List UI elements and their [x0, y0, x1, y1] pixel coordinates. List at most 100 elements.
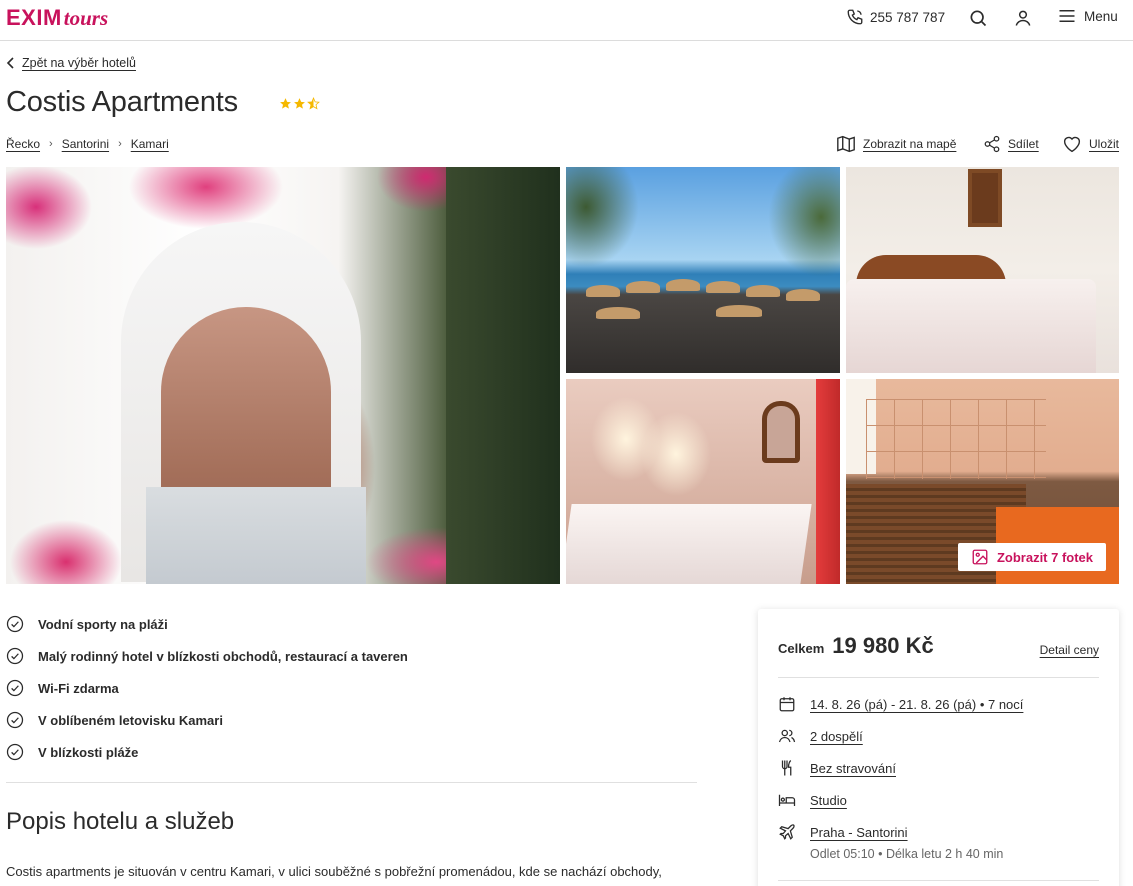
page-title: Costis Apartments: [6, 86, 238, 118]
back-link-label: Zpět na výběr hotelů: [22, 56, 136, 70]
card-divider: [778, 880, 1099, 881]
check-circle-icon: [6, 679, 24, 697]
exim-tours-logo[interactable]: EXIM tours: [6, 5, 108, 31]
feature-item: V oblíbeném letovisku Kamari: [6, 704, 408, 736]
logo-tours-text: tours: [63, 6, 109, 30]
umbrella-shape: [666, 279, 700, 291]
breadcrumb-separator: ›: [49, 138, 53, 150]
check-circle-icon: [6, 711, 24, 729]
save-button[interactable]: Uložit: [1062, 135, 1119, 153]
calendar-icon: [779, 697, 795, 712]
photo-mirror: [762, 401, 800, 463]
room-row[interactable]: Studio: [778, 791, 847, 809]
price-card: Celkem 19 980 Kč Detail ceny 14. 8. 26 (…: [758, 609, 1119, 886]
photo-bed: [846, 279, 1096, 373]
feature-label: Malý rodinný hotel v blízkosti obchodů, …: [38, 648, 408, 664]
description-title: Popis hotelu a služeb: [6, 808, 235, 835]
bed-icon: [778, 794, 796, 806]
logo-exim-text: EXIM: [6, 5, 62, 30]
map-link-label: Zobrazit na mapě: [863, 137, 957, 151]
map-icon: [837, 135, 855, 153]
photo-tiles: [866, 399, 1046, 479]
total-price: 19 980 Kč: [832, 633, 934, 658]
breadcrumb-region[interactable]: Santorini: [62, 137, 109, 151]
feature-label: V oblíbeném letovisku Kamari: [38, 712, 223, 728]
check-circle-icon: [6, 647, 24, 665]
star-icon: [280, 98, 291, 109]
price-detail-link[interactable]: Detail ceny: [1040, 643, 1099, 657]
bedroom-photo[interactable]: [846, 167, 1119, 373]
feature-item: Malý rodinný hotel v blízkosti obchodů, …: [6, 640, 408, 672]
site-header: EXIM tours 255 787 787 Menu: [0, 0, 1133, 41]
flight-value: Praha - Santorini: [810, 824, 908, 840]
breadcrumb: Řecko › Santorini › Kamari: [6, 137, 169, 151]
heart-icon: [1063, 136, 1081, 153]
umbrella-shape: [786, 289, 820, 301]
phone-number: 255 787 787: [870, 9, 946, 25]
chevron-left-icon: [6, 57, 14, 69]
board-value: Bez stravování: [810, 760, 896, 776]
share-label: Sdílet: [1008, 137, 1039, 151]
twin-room-photo[interactable]: [566, 379, 840, 584]
feature-item: Vodní sporty na pláži: [6, 608, 408, 640]
description-text: Costis apartments je situován v centru K…: [6, 864, 662, 879]
share-icon: [984, 135, 1000, 153]
guests-row[interactable]: 2 dospělí: [778, 727, 863, 745]
total-price-row: Celkem 19 980 Kč: [778, 633, 934, 659]
feature-item: Wi-Fi zdarma: [6, 672, 408, 704]
phone-link[interactable]: 255 787 787: [846, 8, 945, 26]
umbrella-shape: [706, 281, 740, 293]
back-to-hotels-link[interactable]: Zpět na výběr hotelů: [6, 56, 136, 70]
umbrella-shape: [626, 281, 660, 293]
menu-icon: [1059, 10, 1075, 22]
section-divider: [6, 782, 697, 783]
photo-curtain: [816, 379, 840, 584]
flight-info: Odlet 05:10 • Délka letu 2 h 40 min: [810, 847, 1004, 861]
room-value: Studio: [810, 792, 847, 808]
phone-icon: [847, 9, 863, 25]
photo-beds: [566, 504, 812, 584]
breadcrumb-resort[interactable]: Kamari: [131, 137, 169, 151]
feature-label: Vodní sporty na pláži: [38, 616, 168, 632]
plane-icon: [779, 824, 795, 840]
umbrella-shape: [716, 305, 762, 317]
cutlery-icon: [781, 760, 792, 776]
menu-label: Menu: [1084, 8, 1118, 24]
board-row[interactable]: Bez stravování: [778, 759, 896, 777]
show-on-map-link[interactable]: Zobrazit na mapě: [836, 135, 956, 153]
show-photos-label: Zobrazit 7 fotek: [996, 549, 1094, 565]
feature-label: V blízkosti pláže: [38, 744, 139, 760]
breadcrumb-country[interactable]: Řecko: [6, 137, 40, 151]
hotel-features-list: Vodní sporty na pláži Malý rodinný hotel…: [6, 608, 408, 768]
check-circle-icon: [6, 743, 24, 761]
photo-window: [968, 169, 1002, 227]
flight-row[interactable]: Praha - Santorini: [778, 823, 908, 841]
user-icon[interactable]: [1013, 8, 1033, 28]
umbrella-shape: [596, 307, 640, 319]
feature-item: V blízkosti pláže: [6, 736, 408, 768]
check-circle-icon: [6, 615, 24, 633]
image-icon: [972, 549, 988, 565]
breadcrumb-separator: ›: [118, 138, 122, 150]
share-button[interactable]: Sdílet: [983, 135, 1039, 153]
dates-value: 14. 8. 26 (pá) - 21. 8. 26 (pá) • 7 nocí: [810, 696, 1024, 712]
hotel-main-photo[interactable]: [6, 167, 560, 584]
umbrella-shape: [586, 285, 620, 297]
search-icon[interactable]: [968, 8, 988, 28]
feature-label: Wi-Fi zdarma: [38, 680, 119, 696]
card-divider: [778, 677, 1099, 678]
dates-row[interactable]: 14. 8. 26 (pá) - 21. 8. 26 (pá) • 7 nocí: [778, 695, 1023, 713]
total-label: Celkem: [778, 641, 825, 656]
photo-floor: [146, 487, 366, 584]
hotel-rating: [279, 97, 320, 110]
star-icon: [294, 98, 305, 109]
half-star-icon: [307, 97, 320, 110]
photo-tree: [446, 167, 560, 584]
people-icon: [778, 729, 796, 743]
guests-value: 2 dospělí: [810, 728, 863, 744]
beach-photo[interactable]: [566, 167, 840, 373]
show-all-photos-button[interactable]: Zobrazit 7 fotek: [958, 543, 1106, 571]
menu-button[interactable]: Menu: [1058, 8, 1118, 24]
umbrella-shape: [746, 285, 780, 297]
save-label: Uložit: [1089, 137, 1120, 151]
